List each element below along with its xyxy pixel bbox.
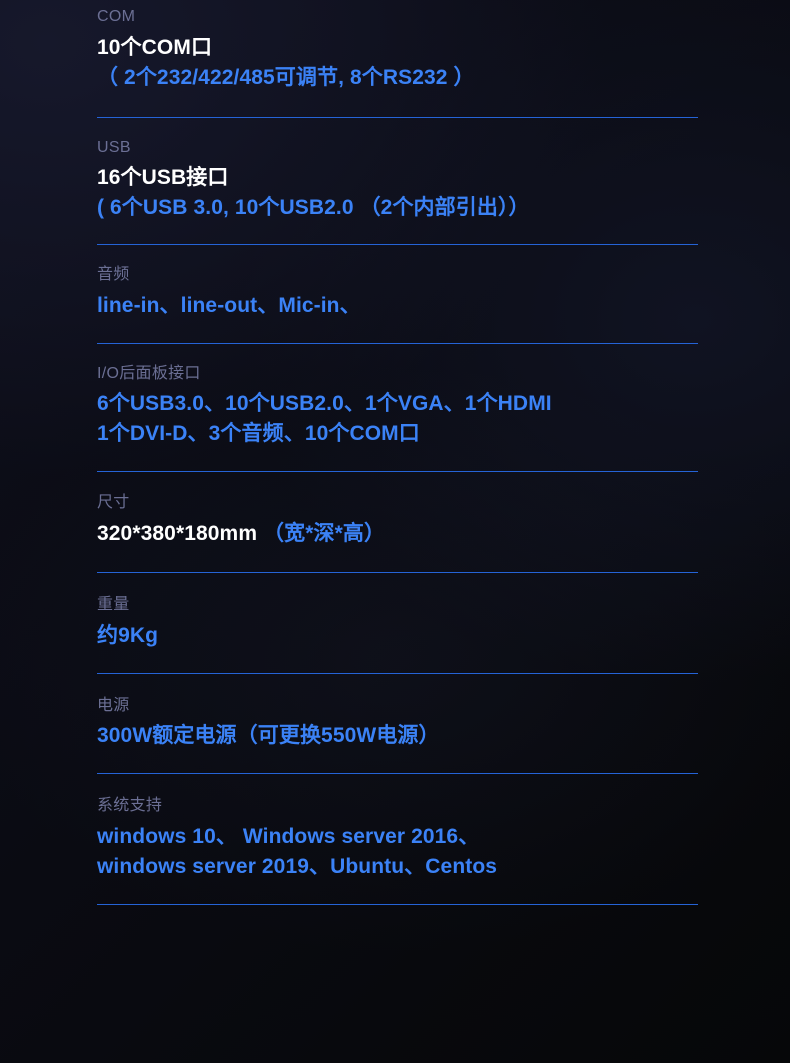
- spec-label-weight: 重量: [97, 595, 130, 613]
- spec-line: 6个USB3.0、10个USB2.0、1个VGA、1个HDMI: [97, 392, 552, 416]
- spec-line: 约9Kg: [97, 623, 159, 647]
- spec-value-io-rear-panel: 6个USB3.0、10个USB2.0、1个VGA、1个HDMI 1个DVI-D、…: [97, 389, 698, 449]
- spec-row-os-support: 系统支持 windows 10、 Windows server 2016、 wi…: [97, 774, 698, 904]
- product-spec-sheet: COM 10个COM口 （ 2个232/422/485可调节, 8个RS232 …: [0, 0, 790, 1063]
- spec-line: 300W额定电源（可更换550W电源）: [97, 724, 440, 748]
- spec-row-io-rear-panel: I/O后面板接口 6个USB3.0、10个USB2.0、1个VGA、1个HDMI…: [97, 344, 698, 472]
- spec-row-power: 电源 300W额定电源（可更换550W电源）: [97, 674, 698, 774]
- spec-value-weight: 约9Kg: [97, 621, 698, 651]
- spec-line: 16个USB接口: [97, 166, 229, 190]
- spec-value-dimensions: 320*380*180mm （宽*深*高）: [97, 519, 698, 549]
- spec-line: 320*380*180mm （宽*深*高）: [97, 519, 698, 549]
- spec-row-com: COM 10个COM口 （ 2个232/422/485可调节, 8个RS232 …: [97, 0, 698, 117]
- spec-line: windows server 2019、Ubuntu、Centos: [97, 854, 498, 878]
- spec-row-audio: 音频 line-in、line-out、Mic-in、: [97, 245, 698, 343]
- spec-label-usb: USB: [97, 138, 131, 156]
- dimensions-note: （宽*深*高）: [263, 521, 386, 545]
- spec-label-com: COM: [97, 8, 136, 25]
- dimensions-value: 320*380*180mm: [97, 521, 264, 545]
- spec-line: 10个COM口: [97, 35, 213, 59]
- spec-line: （ 2个232/422/485可调节, 8个RS232 ）: [97, 65, 475, 89]
- spec-label-audio: 音频: [97, 266, 130, 284]
- spec-value-power: 300W额定电源（可更换550W电源）: [97, 721, 698, 751]
- spec-value-com: 10个COM口 （ 2个232/422/485可调节, 8个RS232 ）: [97, 33, 698, 93]
- spec-line: 1个DVI-D、3个音频、10个COM口: [97, 422, 420, 446]
- spec-value-usb: 16个USB接口 ( 6个USB 3.0, 10个USB2.0 （2个内部引出）…: [97, 163, 698, 223]
- spec-label-power: 电源: [97, 696, 130, 714]
- spec-list: COM 10个COM口 （ 2个232/422/485可调节, 8个RS232 …: [97, 0, 698, 905]
- spec-row-usb: USB 16个USB接口 ( 6个USB 3.0, 10个USB2.0 （2个内…: [97, 118, 698, 245]
- spec-label-os-support: 系统支持: [97, 797, 163, 815]
- spec-line: windows 10、 Windows server 2016、: [97, 824, 480, 848]
- spec-value-audio: line-in、line-out、Mic-in、: [97, 291, 698, 321]
- spec-line: line-in、line-out、Mic-in、: [97, 293, 361, 317]
- spec-value-os-support: windows 10、 Windows server 2016、 windows…: [97, 822, 698, 882]
- spec-row-weight: 重量 约9Kg: [97, 573, 698, 673]
- spec-row-dimensions: 尺寸 320*380*180mm （宽*深*高）: [97, 472, 698, 572]
- spec-line: ( 6个USB 3.0, 10个USB2.0 （2个内部引出））: [97, 196, 530, 220]
- spec-divider: [97, 903, 698, 905]
- spec-label-dimensions: 尺寸: [97, 494, 130, 512]
- spec-label-io-rear-panel: I/O后面板接口: [97, 364, 201, 382]
